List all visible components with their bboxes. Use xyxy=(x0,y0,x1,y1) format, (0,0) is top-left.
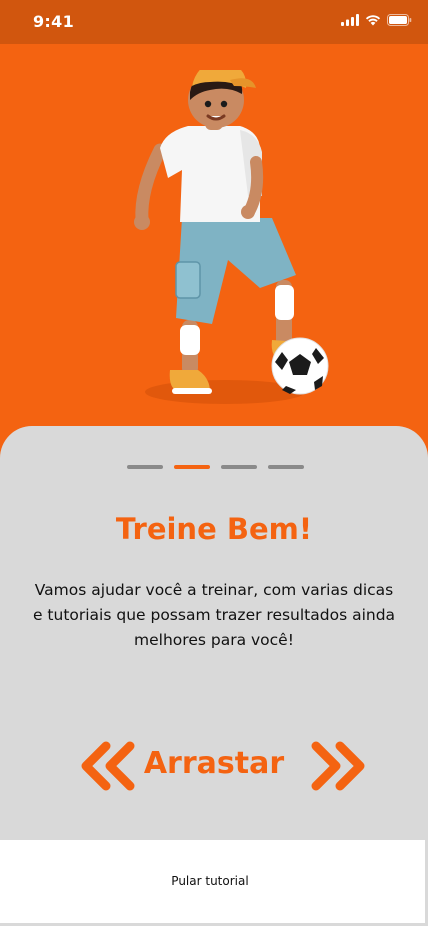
skip-bar: Pular tutorial xyxy=(0,840,428,926)
boy-with-soccer-ball-illustration xyxy=(134,70,329,404)
status-icons xyxy=(341,14,412,26)
page-dot xyxy=(127,465,163,469)
swipe-control[interactable]: Arrastar xyxy=(0,740,428,792)
page-dot xyxy=(268,465,304,469)
signal-icon xyxy=(341,14,359,26)
page-indicator xyxy=(127,465,304,469)
hero-illustration-area xyxy=(0,44,428,464)
skip-tutorial-button[interactable]: Pular tutorial xyxy=(0,874,420,888)
onboarding-screen: 9:41 Treine Bem! Vamos ajudar você a tre… xyxy=(0,0,428,926)
double-chevron-right-icon[interactable] xyxy=(310,740,368,792)
status-bar: 9:41 xyxy=(0,0,428,44)
wifi-icon xyxy=(365,15,381,26)
page-dot xyxy=(221,465,257,469)
page-dot-active xyxy=(174,465,210,469)
page-title: Treine Bem! xyxy=(115,512,313,546)
status-time: 9:41 xyxy=(33,12,74,31)
battery-icon xyxy=(387,14,412,26)
onboarding-description: Vamos ajudar você a treinar, com varias … xyxy=(32,581,396,649)
